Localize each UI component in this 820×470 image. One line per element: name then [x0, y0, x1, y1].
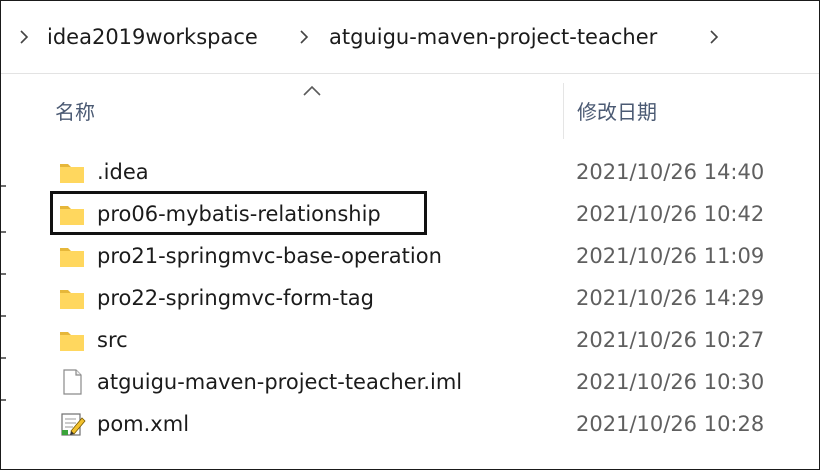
file-name: src	[97, 328, 128, 352]
file-name: pro22-springmvc-form-tag	[97, 286, 375, 310]
folder-icon	[57, 325, 87, 355]
list-item[interactable]: pro06-mybatis-relationship 2021/10/26 10…	[15, 193, 819, 235]
list-item[interactable]: atguigu-maven-project-teacher.iml 2021/1…	[15, 361, 819, 403]
file-name: pro06-mybatis-relationship	[97, 202, 381, 226]
file-date: 2021/10/26 11:09	[576, 244, 765, 268]
folder-icon	[57, 241, 87, 271]
file-name: pro21-springmvc-base-operation	[97, 244, 442, 268]
tree-tick	[1, 231, 6, 233]
folder-icon	[57, 199, 87, 229]
column-header-bar: 名称 修改日期	[15, 73, 819, 143]
file-date: 2021/10/26 10:28	[576, 412, 765, 436]
column-header-date-modified[interactable]: 修改日期	[577, 97, 657, 127]
breadcrumb-item-project[interactable]: atguigu-maven-project-teacher	[329, 20, 657, 54]
file-explorer-window: idea2019workspace atguigu-maven-project-…	[0, 0, 820, 470]
tree-tick	[1, 273, 6, 275]
chevron-right-icon[interactable]	[707, 23, 721, 51]
chevron-right-icon[interactable]	[17, 23, 31, 51]
file-date: 2021/10/26 10:27	[576, 328, 765, 352]
chevron-right-icon[interactable]	[297, 23, 311, 51]
file-date: 2021/10/26 14:40	[576, 160, 765, 184]
list-item[interactable]: pro22-springmvc-form-tag 2021/10/26 14:2…	[15, 277, 819, 319]
file-name: .idea	[97, 160, 149, 184]
file-date: 2021/10/26 10:42	[576, 202, 765, 226]
list-item[interactable]: pom.xml 2021/10/26 10:28	[15, 403, 819, 445]
list-item[interactable]: pro21-springmvc-base-operation 2021/10/2…	[15, 235, 819, 277]
folder-icon	[57, 157, 87, 187]
sort-ascending-icon	[301, 83, 323, 97]
tree-tick	[1, 315, 6, 317]
list-item[interactable]: .idea 2021/10/26 14:40	[15, 151, 819, 193]
column-header-name[interactable]: 名称	[55, 97, 95, 127]
file-icon	[57, 367, 87, 397]
file-date: 2021/10/26 10:30	[576, 370, 765, 394]
file-date: 2021/10/26 14:29	[576, 286, 765, 310]
navigation-pane-edge	[1, 73, 15, 469]
breadcrumb-item-workspace[interactable]: idea2019workspace	[47, 20, 258, 54]
file-name: atguigu-maven-project-teacher.iml	[97, 370, 463, 394]
tree-tick	[1, 357, 6, 359]
file-name: pom.xml	[97, 412, 190, 436]
breadcrumb: idea2019workspace atguigu-maven-project-…	[1, 1, 819, 74]
xml-file-icon	[57, 409, 87, 439]
list-item[interactable]: src 2021/10/26 10:27	[15, 319, 819, 361]
column-divider[interactable]	[563, 83, 564, 139]
tree-tick	[1, 399, 6, 401]
tree-tick	[1, 185, 6, 187]
folder-icon	[57, 283, 87, 313]
